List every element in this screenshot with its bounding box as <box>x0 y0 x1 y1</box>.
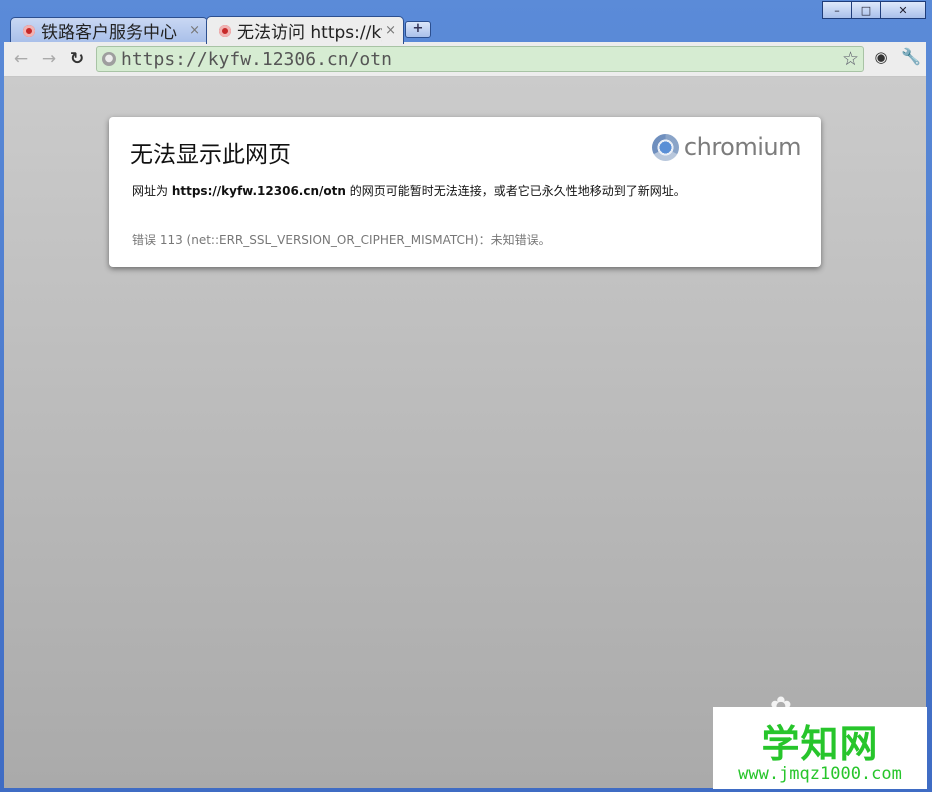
bookmark-star-icon[interactable]: ☆ <box>842 48 859 70</box>
error-box: 无法显示此网页 chromium 网址为 https://kyfw.12306.… <box>109 117 821 267</box>
tab-error-page[interactable]: 无法访问 https://kyfw.12306.cn/otn × <box>206 16 404 44</box>
tab-close-icon[interactable]: × <box>189 23 200 38</box>
browser-window: – □ ✕ 铁路客户服务中心 × 无法访问 https://kyfw.12306… <box>0 0 932 792</box>
forward-button[interactable]: → <box>38 48 60 70</box>
red-circle-icon <box>23 24 35 37</box>
new-tab-button[interactable]: + <box>405 21 431 38</box>
tab-close-icon[interactable]: × <box>385 23 396 38</box>
tab-strip: 铁路客户服务中心 × 无法访问 https://kyfw.12306.cn/ot… <box>0 14 932 44</box>
address-bar[interactable]: ● https://kyfw.12306.cn/otn ☆ <box>96 46 864 72</box>
chromium-logo: chromium <box>651 133 802 161</box>
error-title: 无法显示此网页 <box>130 142 291 168</box>
site-watermark: 学知网 www.jmqz1000.com <box>713 707 927 789</box>
wrench-menu-icon[interactable]: 🔧 <box>900 47 922 69</box>
brand-text: chromium <box>683 133 802 161</box>
back-button[interactable]: ← <box>10 48 32 70</box>
error-message: 网址为 https://kyfw.12306.cn/otn 的网页可能暂时无法连… <box>132 182 686 199</box>
url-text[interactable]: https://kyfw.12306.cn/otn <box>121 49 392 70</box>
red-circle-icon <box>219 24 231 37</box>
error-message-suffix: 的网页可能暂时无法连接，或者它已永久性地移动到了新网址。 <box>345 184 686 198</box>
tab-label: 无法访问 https://kyfw.12306.cn/otn <box>237 23 382 43</box>
error-message-url: https://kyfw.12306.cn/otn <box>171 184 346 198</box>
tab-label: 铁路客户服务中心 <box>41 23 177 43</box>
error-message-prefix: 网址为 <box>132 184 172 198</box>
globe-icon: ● <box>102 52 116 66</box>
toolbar: ← → ↻ ● https://kyfw.12306.cn/otn ☆ ◉ 🔧 <box>4 42 926 77</box>
reload-button[interactable]: ↻ <box>66 48 88 70</box>
tab-railway-service[interactable]: 铁路客户服务中心 × <box>10 17 208 43</box>
chromium-icon <box>651 133 679 161</box>
watermark-title: 学知网 <box>761 722 879 766</box>
page-content: 无法显示此网页 chromium 网址为 https://kyfw.12306.… <box>4 77 926 788</box>
error-code: 错误 113 (net::ERR_SSL_VERSION_OR_CIPHER_M… <box>132 233 551 247</box>
extension-icon[interactable]: ◉ <box>870 48 892 68</box>
watermark-url: www.jmqz1000.com <box>738 764 902 784</box>
